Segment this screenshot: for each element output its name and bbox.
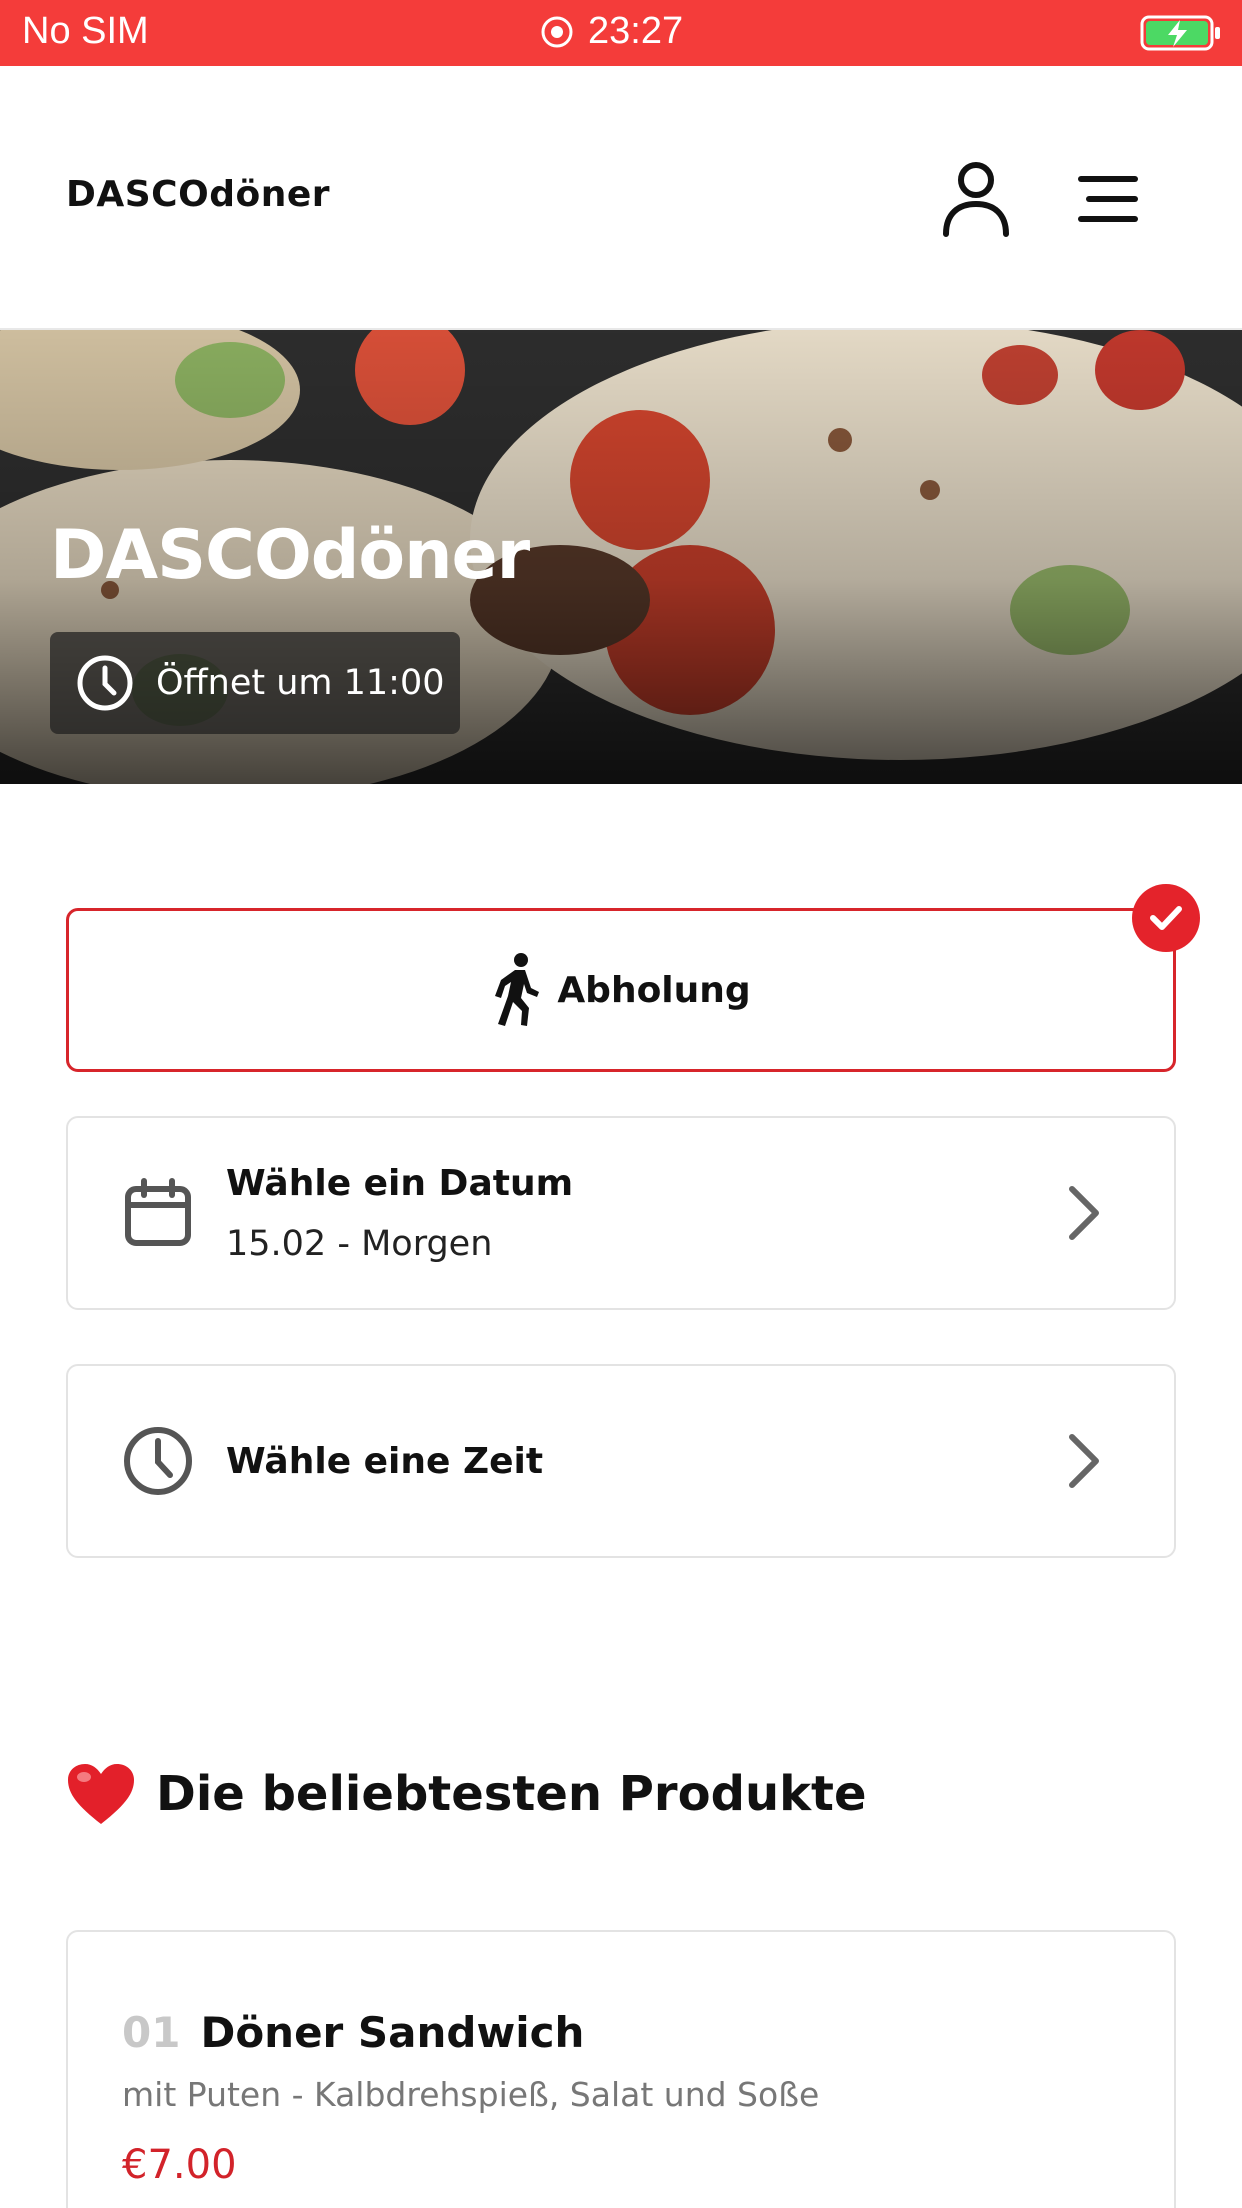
time-picker-row[interactable]: Wähle eine Zeit [66, 1364, 1176, 1558]
app-header: DASCOdöner [0, 66, 1242, 330]
calendar-icon [125, 1178, 191, 1246]
chevron-right-icon [1069, 1186, 1099, 1240]
time-picker-title: Wähle eine Zeit [226, 1440, 544, 1482]
product-card[interactable]: 01 Döner Sandwich mit Puten - Kalbdrehsp… [66, 1930, 1176, 2208]
hero-banner: DASCOdöner Öffnet um 11:00 [0, 330, 1242, 784]
clock-icon [124, 1427, 192, 1495]
carrier-label: No SIM [22, 10, 149, 52]
pickup-label: Abholung [557, 969, 751, 1011]
date-picker-row[interactable]: Wähle ein Datum 15.02 - Morgen [66, 1116, 1176, 1310]
opening-hours-badge: Öffnet um 11:00 [50, 632, 460, 734]
product-price: €7.00 [122, 2142, 237, 2188]
status-time: 23:27 [588, 10, 684, 52]
popular-section-title: Die beliebtesten Produkte [156, 1766, 867, 1822]
popular-section-heading: Die beliebtesten Produkte [66, 1762, 867, 1826]
brand-logo[interactable]: DASCOdöner [66, 174, 330, 215]
heart-icon [68, 1764, 134, 1824]
pickup-option-button[interactable]: Abholung [66, 908, 1176, 1072]
date-picker-value: 15.02 - Morgen [226, 1223, 493, 1264]
product-description: mit Puten - Kalbdrehspieß, Salat und Soß… [122, 2075, 820, 2114]
chevron-right-icon [1069, 1434, 1099, 1488]
status-bar: No SIM 23:27 [0, 0, 1242, 66]
opening-hours-text: Öffnet um 11:00 [156, 663, 445, 703]
walking-person-icon [495, 953, 540, 1026]
product-number: 01 [122, 2008, 181, 2057]
selected-check-icon [1132, 884, 1200, 952]
status-center: 23:27 [540, 10, 683, 53]
user-icon[interactable] [940, 158, 1012, 238]
clock-icon [77, 655, 133, 711]
product-name: Döner Sandwich [200, 2008, 585, 2057]
record-icon [541, 16, 573, 47]
menu-icon[interactable] [1076, 174, 1140, 224]
hero-title: DASCOdöner [50, 516, 530, 595]
battery-charging-icon [1140, 15, 1220, 51]
date-picker-title: Wähle ein Datum [226, 1162, 574, 1204]
